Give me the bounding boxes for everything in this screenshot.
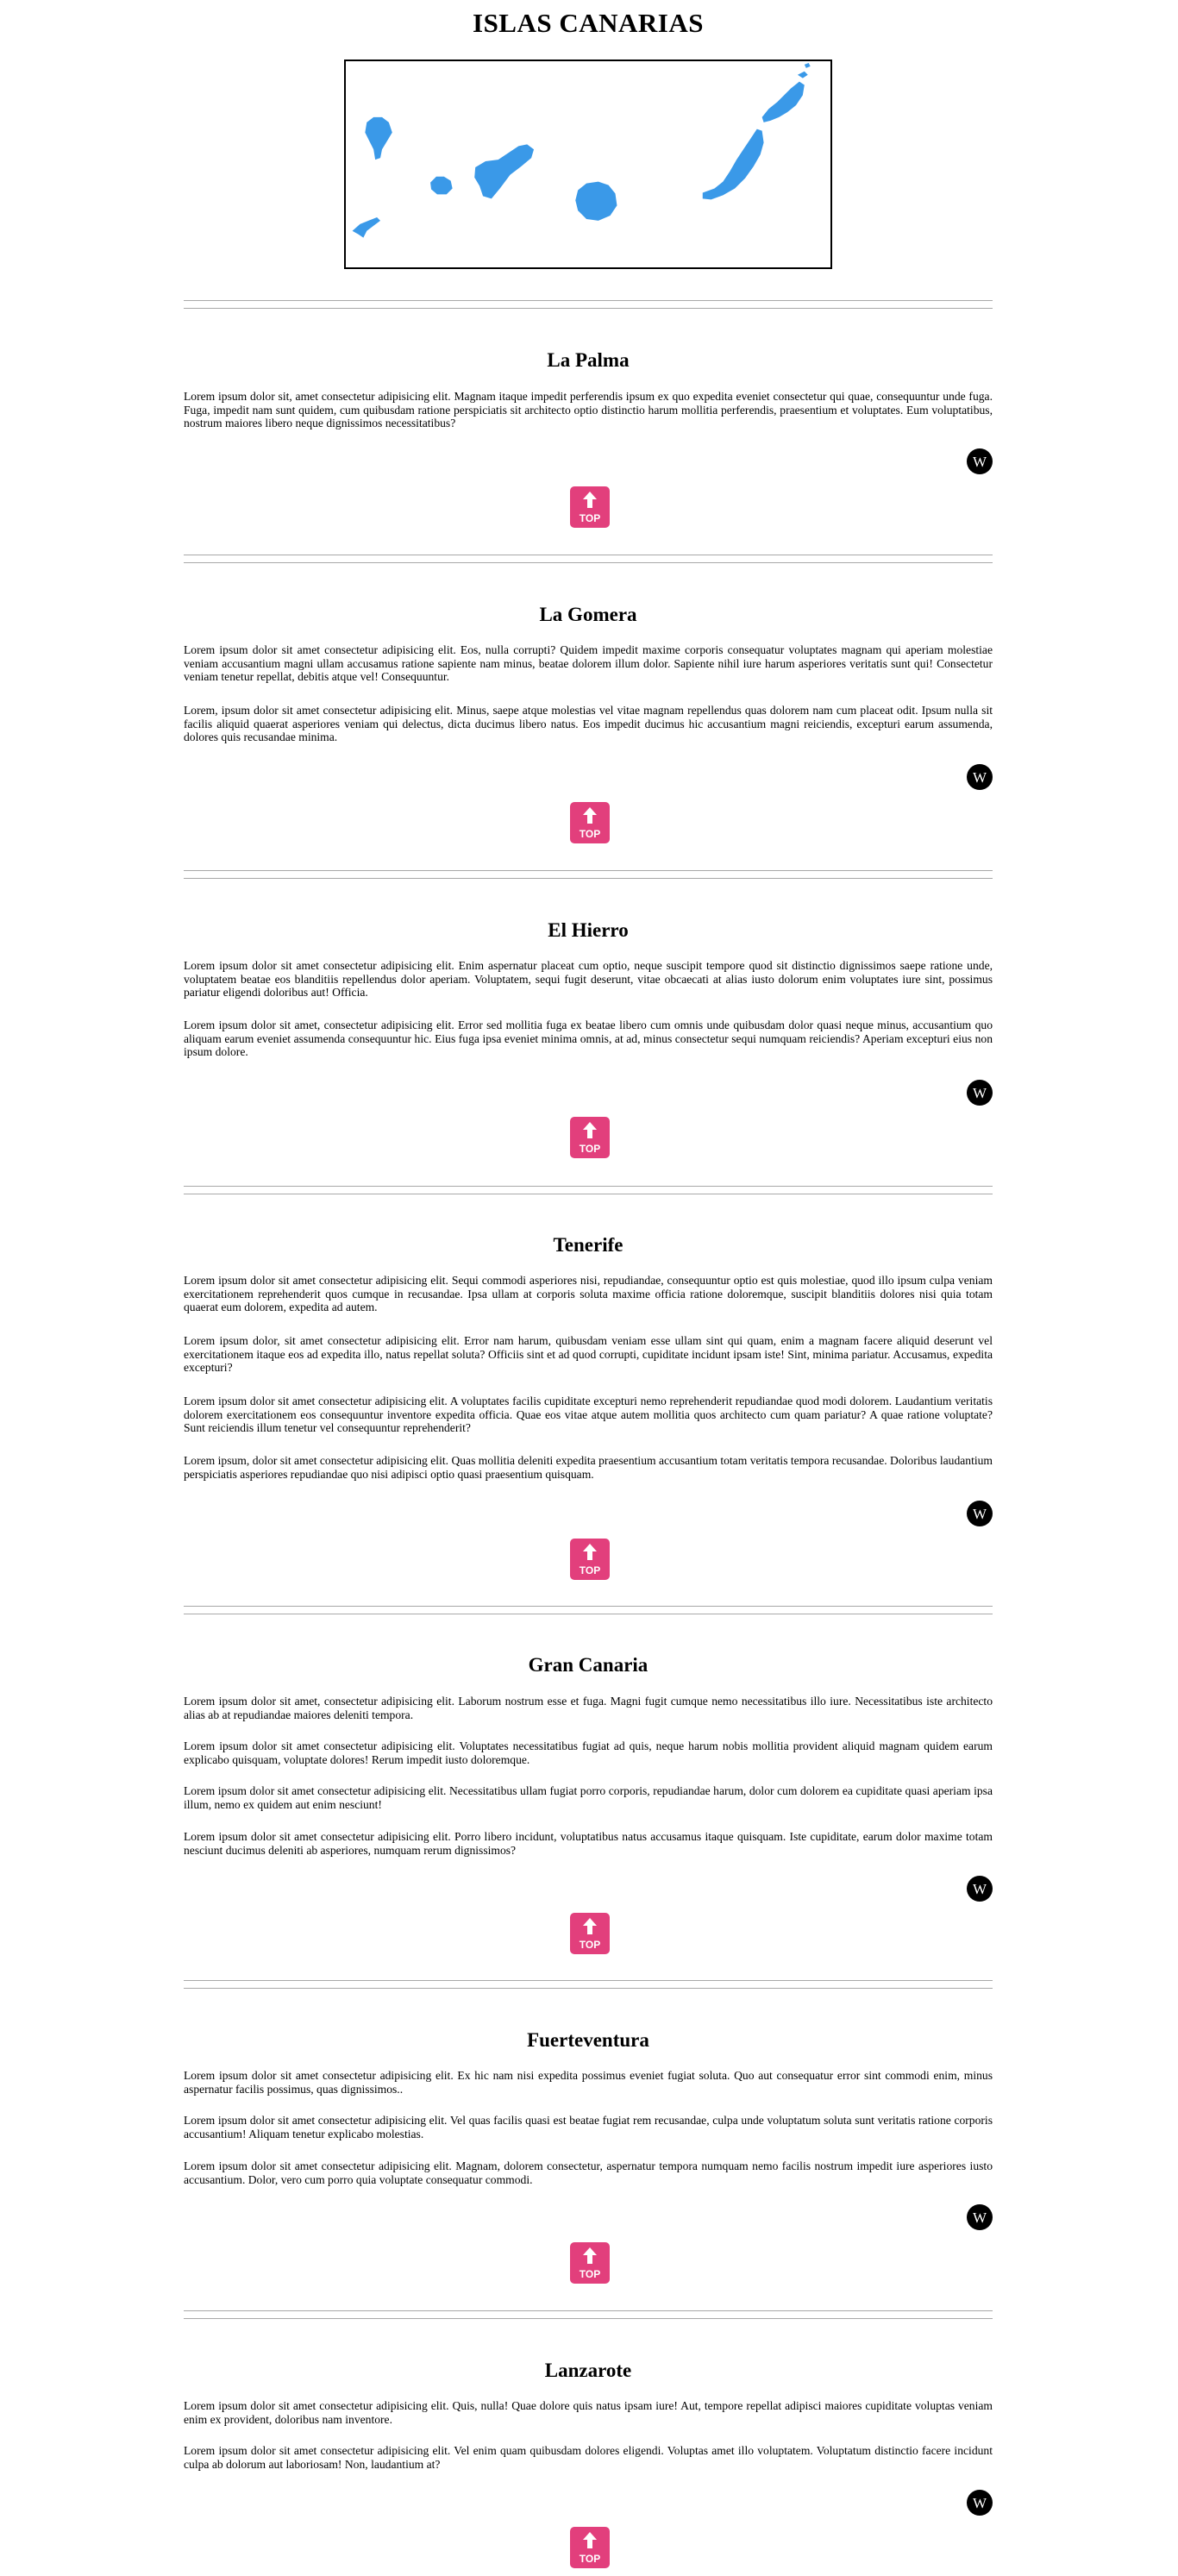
map-islet-graciosa (797, 71, 808, 78)
island-paragraph: Lorem, ipsum dolor sit amet consectetur … (184, 704, 993, 744)
section-divider (184, 2318, 993, 2319)
top-button-label: TOP (579, 512, 601, 524)
wikipedia-link-la-gomera[interactable]: W (967, 764, 993, 790)
section-divider (184, 2310, 993, 2311)
island-title: Tenerife (553, 1234, 623, 1256)
top-button-label: TOP (579, 2268, 601, 2280)
island-title: Fuerteventura (527, 2029, 649, 2051)
top-button-label: TOP (579, 1564, 601, 1576)
section-divider (184, 1606, 993, 1607)
arrow-up-icon (583, 1122, 597, 1138)
arrow-up-icon (583, 2247, 597, 2264)
section-divider (184, 870, 993, 871)
island-paragraph: Lorem ipsum dolor sit amet consectetur a… (184, 1784, 993, 1811)
section-divider (184, 878, 993, 879)
top-button-label: TOP (579, 1939, 601, 1951)
island-paragraph: Lorem ipsum dolor sit amet consectetur a… (184, 2444, 993, 2471)
arrow-up-icon (583, 492, 597, 508)
back-to-top-button[interactable]: TOP (570, 802, 610, 843)
island-title: La Gomera (539, 604, 637, 625)
arrow-up-icon (583, 1918, 597, 1934)
wikipedia-icon: W (972, 1881, 987, 1897)
map-island-la-gomera (430, 176, 453, 195)
map-island-la-palma (365, 116, 392, 160)
arrow-up-icon (583, 807, 597, 824)
section-divider (184, 308, 993, 309)
island-paragraph: Lorem ipsum dolor sit amet consectetur a… (184, 1395, 993, 1435)
arrow-up-icon (583, 1544, 597, 1560)
wikipedia-icon: W (972, 454, 987, 470)
map-island-gran-canaria (575, 181, 617, 221)
back-to-top-button[interactable]: TOP (570, 1913, 610, 1954)
canary-islands-map-icon (352, 62, 811, 238)
island-title: Lanzarote (544, 2360, 632, 2381)
section-divider (184, 1186, 993, 1187)
island-paragraph: Lorem ipsum dolor, sit amet consectetur … (184, 1334, 993, 1375)
page-title: ISLAS CANARIAS (473, 8, 704, 38)
map-island-lanzarote (761, 81, 805, 122)
island-paragraph: Lorem ipsum dolor sit amet consectetur a… (184, 2399, 993, 2426)
wikipedia-icon: W (972, 769, 987, 786)
map-islet-alegranza (804, 62, 811, 68)
top-button-label: TOP (579, 828, 601, 840)
island-paragraph: Lorem ipsum dolor sit amet consectetur a… (184, 2114, 993, 2140)
top-button-label: TOP (579, 1143, 601, 1155)
back-to-top-button[interactable]: TOP (570, 486, 610, 528)
island-title: El Hierro (548, 919, 629, 941)
island-paragraph: Lorem ipsum dolor sit, amet consectetur … (184, 390, 993, 430)
island-paragraph: Lorem ipsum dolor sit amet consectetur a… (184, 1274, 993, 1314)
back-to-top-button[interactable]: TOP (570, 2242, 610, 2284)
arrow-up-icon (583, 2532, 597, 2548)
island-title: Gran Canaria (528, 1654, 649, 1676)
top-button-label: TOP (579, 2553, 601, 2565)
back-to-top-button[interactable]: TOP (570, 1539, 610, 1580)
wikipedia-link-gran-canaria[interactable]: W (967, 1876, 993, 1902)
wikipedia-icon: W (972, 2209, 987, 2226)
island-paragraph: Lorem ipsum dolor sit amet, consectetur … (184, 1018, 993, 1059)
wikipedia-icon: W (972, 1085, 987, 1101)
map-island-fuerteventura (702, 128, 764, 200)
wikipedia-icon: W (972, 1506, 987, 1522)
wikipedia-link-lanzarote[interactable]: W (967, 2490, 993, 2516)
map-island-tenerife (474, 144, 535, 199)
island-paragraph: Lorem ipsum dolor sit amet, consectetur … (184, 1695, 993, 1721)
island-title: La Palma (547, 349, 630, 371)
island-paragraph: Lorem ipsum dolor sit amet consectetur a… (184, 643, 993, 684)
wikipedia-link-la-palma[interactable]: W (967, 448, 993, 474)
canary-islands-map (344, 60, 832, 269)
island-paragraph: Lorem ipsum dolor sit amet consectetur a… (184, 1739, 993, 1766)
section-divider (184, 1988, 993, 1989)
island-paragraph: Lorem ipsum, dolor sit amet consectetur … (184, 1454, 993, 1481)
wikipedia-link-el-hierro[interactable]: W (967, 1080, 993, 1106)
island-paragraph: Lorem ipsum dolor sit amet consectetur a… (184, 959, 993, 1000)
island-paragraph: Lorem ipsum dolor sit amet consectetur a… (184, 2159, 993, 2186)
island-paragraph: Lorem ipsum dolor sit amet consectetur a… (184, 2069, 993, 2096)
wikipedia-link-fuerteventura[interactable]: W (967, 2204, 993, 2230)
section-divider (184, 562, 993, 563)
wikipedia-link-tenerife[interactable]: W (967, 1501, 993, 1526)
island-paragraph: Lorem ipsum dolor sit amet consectetur a… (184, 1830, 993, 1857)
section-divider (184, 300, 993, 301)
back-to-top-button[interactable]: TOP (570, 2527, 610, 2568)
map-island-el-hierro (352, 216, 381, 238)
section-divider (184, 1980, 993, 1981)
wikipedia-icon: W (972, 2495, 987, 2511)
back-to-top-button[interactable]: TOP (570, 1117, 610, 1158)
